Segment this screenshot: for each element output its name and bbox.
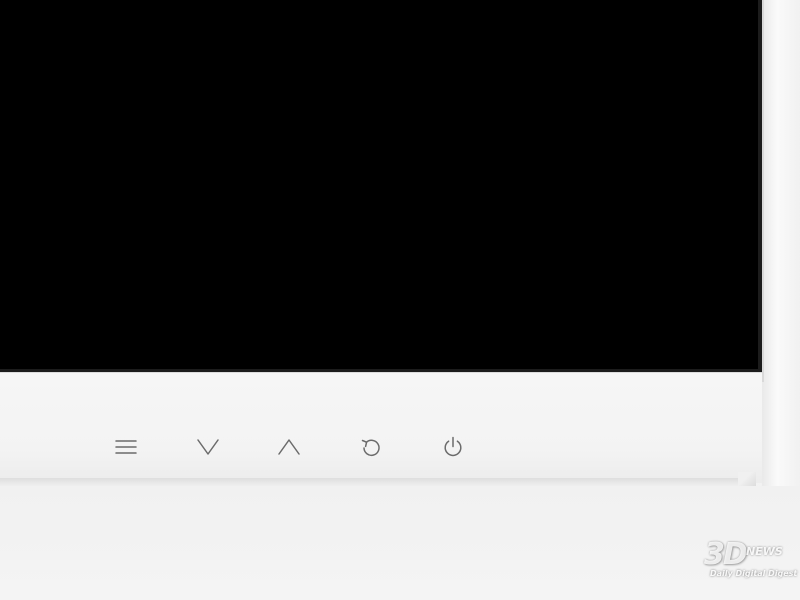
monitor-side-frame (762, 0, 800, 490)
monitor-side-edge (762, 0, 764, 382)
return-button[interactable] (357, 433, 385, 461)
photo-scene: 3D NEWS Daily Digital Digest (0, 0, 800, 600)
return-icon (361, 439, 380, 457)
chevron-up-icon (278, 439, 300, 455)
menu-icon (115, 440, 137, 454)
power-button[interactable] (439, 433, 467, 461)
menu-button[interactable] (112, 433, 140, 461)
down-button[interactable] (194, 433, 222, 461)
monitor-bottom-bezel (0, 372, 762, 483)
chevron-down-icon (197, 439, 219, 455)
monitor-stand-area (0, 486, 800, 600)
up-button[interactable] (275, 433, 303, 461)
power-icon (444, 436, 462, 457)
bezel-bottom-edge (0, 478, 752, 486)
monitor-screen (0, 0, 762, 372)
